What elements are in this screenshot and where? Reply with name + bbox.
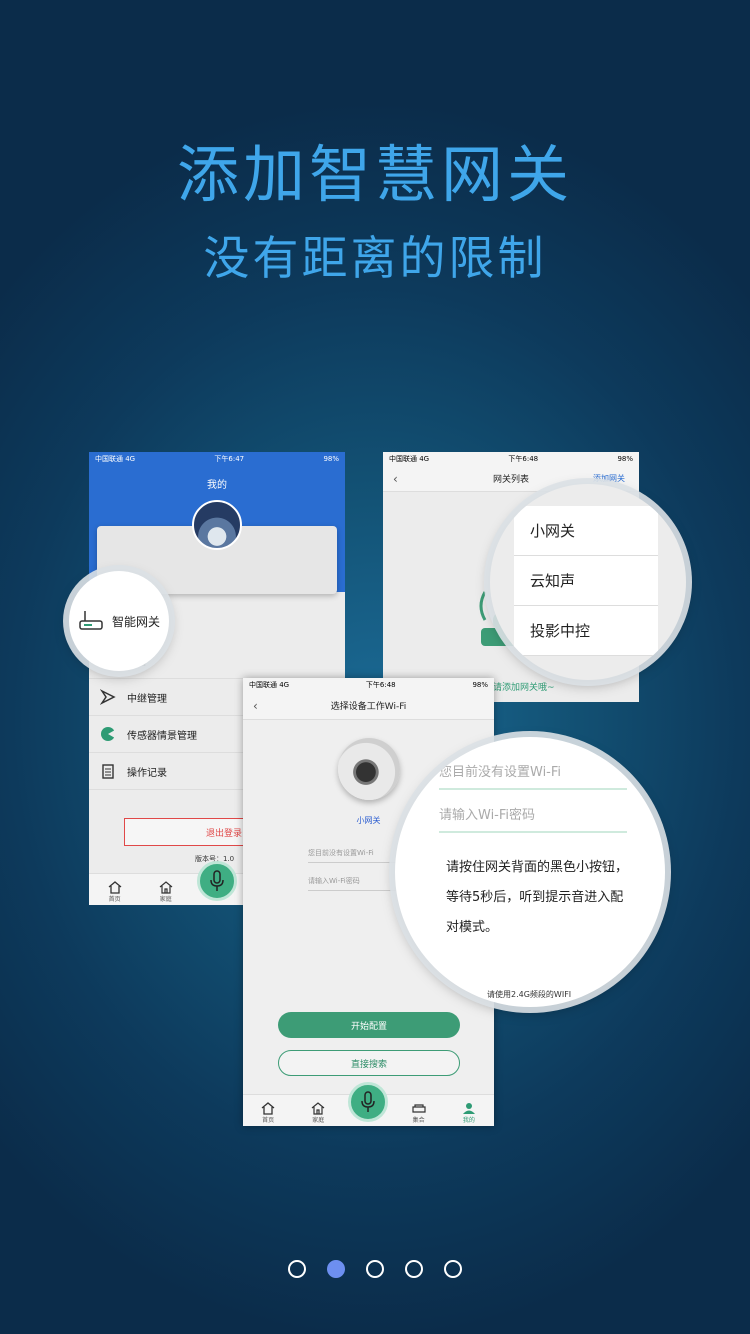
voice-button[interactable]: [196, 861, 237, 901]
time-text: 下午6:48: [365, 681, 396, 689]
home-icon: [108, 881, 122, 894]
tab-label: 家庭: [312, 1117, 325, 1124]
family-icon: [159, 881, 173, 894]
carrier-text: 中国联通 4G: [249, 681, 290, 689]
relay-icon: [99, 688, 117, 706]
wifi-password-field[interactable]: 请输入Wi-Fi密码: [439, 804, 627, 833]
page-dot-1[interactable]: [288, 1260, 306, 1278]
time-text: 下午6:48: [508, 455, 539, 463]
device-image: [338, 738, 400, 800]
voice-button[interactable]: [348, 1082, 389, 1122]
carrier-text: 中国联通 4G: [95, 455, 136, 463]
sofa-icon: [412, 1104, 426, 1113]
tab-home[interactable]: 首页: [248, 1101, 288, 1124]
tab-label: 首页: [108, 896, 121, 903]
direct-search-button[interactable]: 直接搜索: [278, 1050, 460, 1076]
zoom-wifi-detail: 您目前没有设置Wi-Fi 请输入Wi-Fi密码 请按住网关背面的黑色小按钮，等待…: [395, 737, 665, 1007]
wifi-name-field[interactable]: 您目前没有设置Wi-Fi: [439, 761, 627, 790]
back-icon[interactable]: ‹: [253, 699, 258, 713]
microphone-icon: [210, 870, 224, 891]
nav-title: 选择设备工作Wi-Fi: [330, 702, 407, 712]
tab-bar: 首页 家庭 集合 我的: [243, 1082, 494, 1126]
wifi-band-note: 请使用2.4G频段的WIFI: [487, 990, 572, 999]
menu-label: 传感器情景管理: [127, 730, 197, 742]
pairing-instruction: 请按住网关背面的黑色小按钮，等待5秒后，听到提示音进入配对模式。: [446, 860, 629, 935]
tab-family[interactable]: 家庭: [298, 1101, 338, 1124]
back-icon[interactable]: ‹: [393, 472, 398, 486]
gateway-icon: [79, 611, 103, 630]
time-text: 下午6:47: [214, 455, 245, 463]
page-dot-5[interactable]: [444, 1260, 462, 1278]
wifi-password-field[interactable]: 请输入Wi-Fi密码: [308, 876, 408, 891]
tab-label: 首页: [262, 1117, 275, 1124]
tab-label: 集合: [412, 1117, 425, 1124]
zoom-gateway-type-menu: 小网关 云知声 投影中控: [490, 484, 686, 680]
family-icon: [311, 1102, 325, 1115]
battery-text: 98%: [617, 455, 633, 463]
menu-label: 操作记录: [127, 767, 167, 779]
tab-family[interactable]: 家庭: [146, 880, 186, 903]
home-icon: [261, 1102, 275, 1115]
popover-item-small-gateway[interactable]: 小网关: [514, 506, 658, 556]
status-bar: 中国联通 4G 下午6:48 98%: [383, 452, 639, 466]
gateway-type-popover: 小网关 云知声 投影中控: [514, 506, 658, 656]
popover-item-unisound[interactable]: 云知声: [514, 556, 658, 606]
carrier-text: 中国联通 4G: [389, 455, 430, 463]
tab-label: 我的: [462, 1117, 475, 1124]
tab-mine[interactable]: 我的: [449, 1101, 489, 1124]
tab-label: 家庭: [159, 896, 172, 903]
page-dot-3[interactable]: [366, 1260, 384, 1278]
menu-label: 中继管理: [127, 693, 167, 705]
add-gateway-link[interactable]: 添加网关: [593, 473, 625, 484]
avatar[interactable]: [192, 500, 242, 550]
zoom-smart-gateway: 智能网关: [69, 571, 169, 671]
start-config-button[interactable]: 开始配置: [278, 1012, 460, 1038]
battery-text: 98%: [323, 455, 339, 463]
smart-gateway-label[interactable]: 智能网关: [112, 613, 160, 630]
headline-subtitle: 没有距离的限制: [203, 231, 547, 285]
clipboard-icon: [99, 762, 117, 780]
page-title: 我的: [207, 480, 227, 491]
tab-collection[interactable]: 集合: [399, 1101, 439, 1124]
nav-bar: ‹ 选择设备工作Wi-Fi: [243, 692, 494, 720]
microphone-icon: [361, 1091, 376, 1112]
headline-title: 添加智慧网关: [176, 138, 573, 211]
nav-title: 网关列表: [492, 475, 529, 485]
page-dot-2[interactable]: [327, 1260, 345, 1278]
empty-hint: 请添加网关哦~: [493, 683, 555, 693]
user-icon: [462, 1103, 475, 1114]
page-dot-4[interactable]: [405, 1260, 423, 1278]
page-indicator: [0, 1260, 750, 1278]
battery-text: 98%: [472, 681, 488, 689]
status-bar: 中国联通 4G 下午6:48 98%: [243, 678, 494, 692]
sensor-icon: [99, 725, 117, 743]
status-bar: 中国联通 4G 下午6:47 98%: [89, 452, 345, 466]
wifi-name-field[interactable]: 您目前没有设置Wi-Fi: [308, 848, 408, 863]
popover-item-projection-control[interactable]: 投影中控: [514, 606, 658, 656]
tab-home[interactable]: 首页: [95, 880, 135, 903]
